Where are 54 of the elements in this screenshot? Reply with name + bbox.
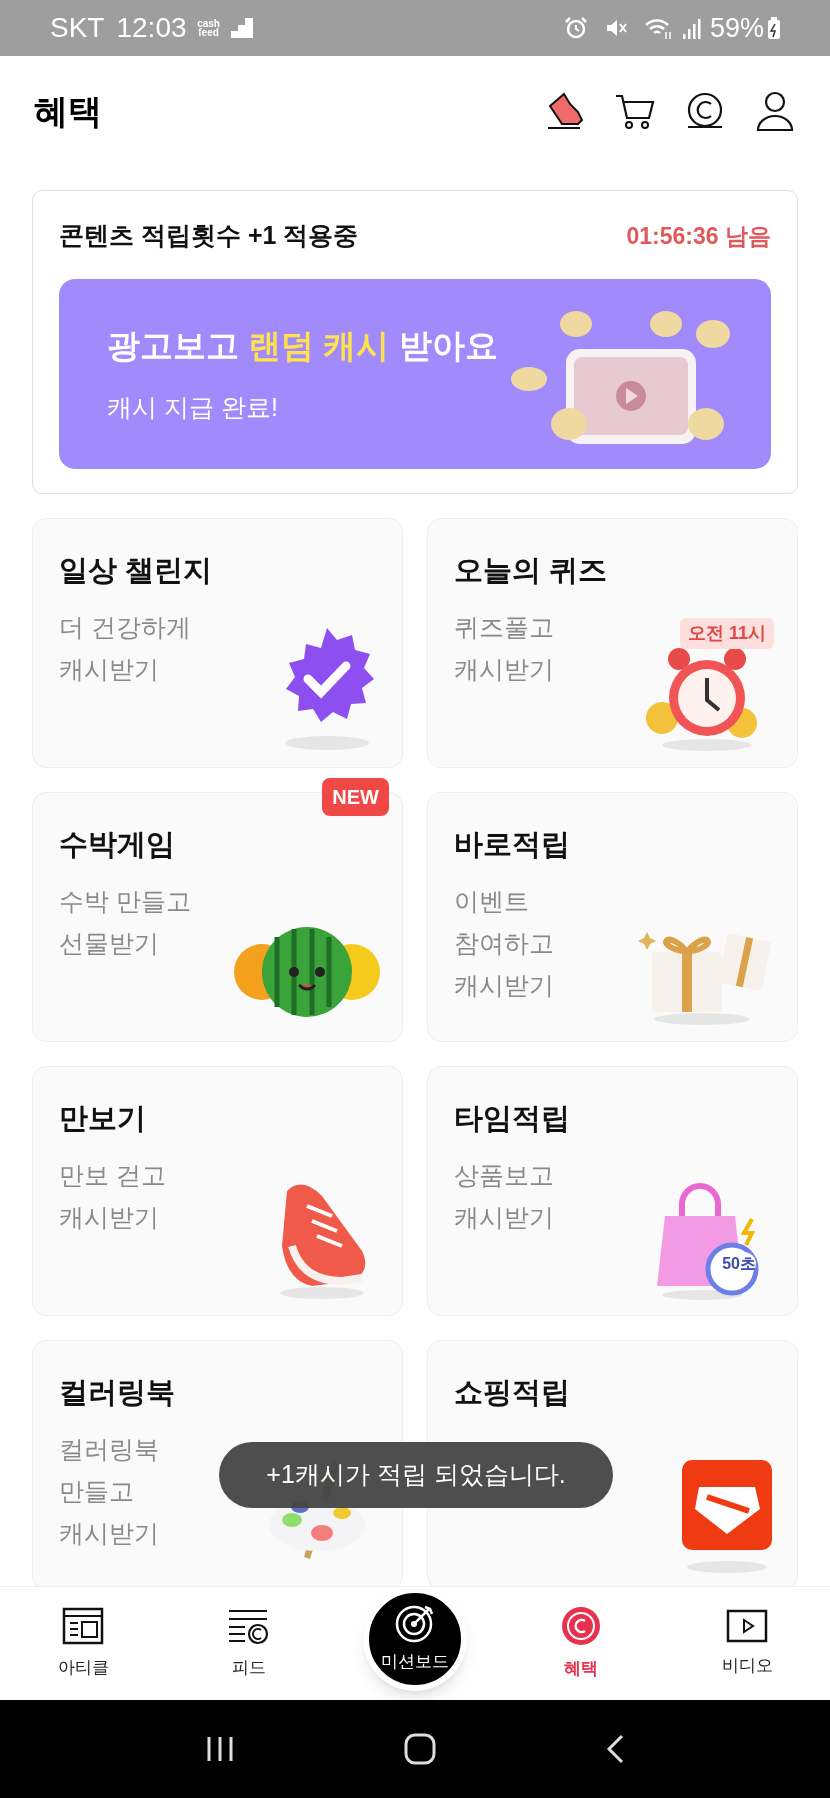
card-title: 바로적립 — [454, 826, 571, 862]
card-subtitle-line: 상품보고 — [454, 1160, 554, 1191]
card-subtitle-line: 수박 만들고 — [59, 886, 191, 917]
home-icon[interactable] — [404, 1733, 436, 1765]
back-icon[interactable] — [605, 1734, 626, 1764]
card-title: 수박게임 — [59, 826, 176, 862]
card-subtitle-line: 캐시받기 — [59, 1202, 159, 1233]
coin-icon — [561, 1605, 601, 1646]
page-title: 혜택 — [34, 90, 102, 132]
video-icon — [726, 1608, 768, 1643]
card-subtitle-line: 만보 걷고 — [59, 1160, 166, 1191]
card-title: 일상 챌린지 — [59, 552, 214, 588]
benefit-card[interactable]: 일상 챌린지 더 건강하게 캐시받기 — [32, 517, 403, 768]
countdown-text: 01:56:36 남음 — [626, 221, 771, 251]
banner-title: 광고보고 랜덤 캐시 받아요 — [107, 326, 499, 366]
card-title: 타임적립 — [454, 1100, 571, 1136]
card-title: 쇼핑적립 — [454, 1374, 571, 1410]
card-subtitle-line: 컬러링북 — [59, 1434, 159, 1465]
card-subtitle-line: 캐시받기 — [454, 970, 554, 1001]
card-subtitle-line: 이벤트 — [454, 886, 529, 917]
benefit-card[interactable]: 바로적립 이벤트 참여하고 캐시받기 — [427, 791, 798, 1042]
nav-tab[interactable]: 혜택 — [553, 1605, 609, 1682]
cash-toast: +1캐시가 적립 되었습니다. — [219, 1442, 613, 1508]
nav-tab[interactable]: 아티클 — [49, 1606, 117, 1681]
benefit-card[interactable]: 만보기 만보 걷고 캐시받기 — [32, 1065, 403, 1316]
boost-status-text: 콘텐츠 적립횟수 +1 적용중 — [59, 220, 359, 251]
card-subtitle-line: 더 건강하게 — [59, 612, 191, 643]
battery-text: 59% — [709, 11, 764, 45]
nav-tab[interactable]: 피드 — [219, 1606, 279, 1681]
card-subtitle-line: 캐시받기 — [454, 1202, 554, 1233]
app-notification-text: cash feed — [196, 19, 221, 37]
card-subtitle-line: 참여하고 — [454, 928, 554, 959]
time-tag: 오전 11시 — [679, 617, 774, 649]
card-title: 컬러링북 — [59, 1374, 176, 1410]
card-subtitle-line: 선물받기 — [59, 928, 159, 959]
card-title: 오늘의 퀴즈 — [454, 552, 609, 588]
nav-tab[interactable]: 비디오 — [713, 1608, 781, 1679]
clock-text: 12:03 — [116, 11, 187, 45]
card-subtitle-line: 퀴즈풀고 — [454, 612, 554, 643]
card-subtitle-line: 캐시받기 — [59, 654, 159, 685]
card-subtitle-line: 캐시받기 — [59, 1518, 159, 1549]
signal-icon — [681, 16, 702, 40]
banner-subtitle: 캐시 지급 완료! — [107, 391, 279, 423]
new-badge: NEW — [322, 777, 389, 816]
battery-icon — [768, 17, 780, 39]
wifi-icon — [643, 16, 674, 40]
card-title: 만보기 — [59, 1100, 147, 1136]
article-icon — [62, 1606, 104, 1645]
alarm-icon — [563, 16, 588, 40]
profile-icon[interactable] — [754, 90, 796, 132]
card-subtitle-line: 만들고 — [59, 1476, 134, 1507]
stairs-icon — [230, 18, 253, 38]
card-subtitle-line: 캐시받기 — [454, 654, 554, 685]
carrier-text: SKT — [50, 11, 105, 45]
